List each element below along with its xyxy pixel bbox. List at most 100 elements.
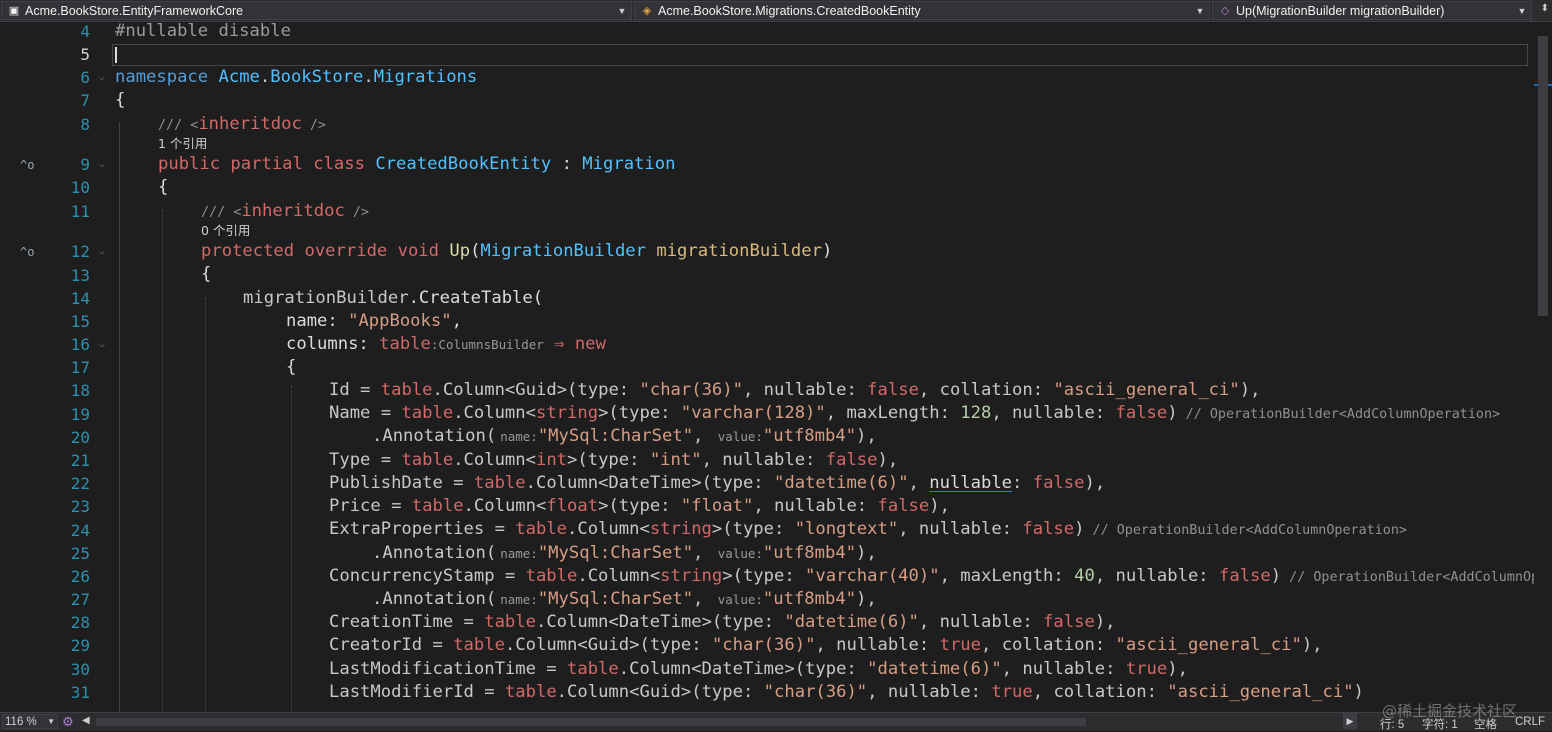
code-token: .Column< xyxy=(577,566,661,586)
code-line-28[interactable]: CreationTime = table.Column<DateTime>(ty… xyxy=(329,611,1116,633)
code-token: ), xyxy=(1239,380,1261,400)
code-line-10[interactable]: { xyxy=(158,176,168,198)
code-token: >(type: xyxy=(784,659,868,679)
line-number: 14 xyxy=(70,289,90,308)
inline-comment: // OperationBuilder<AddColumnOperation> xyxy=(1289,570,1534,585)
scrollbar-thumb[interactable] xyxy=(1538,36,1548,316)
code-line-19[interactable]: Name = table.Column<string>(type: "varch… xyxy=(329,402,1500,426)
code-token: .Column< xyxy=(504,635,588,655)
code-line-6[interactable]: namespace Acme.BookStore.Migrations xyxy=(115,66,477,88)
code-token: ExtraProperties = xyxy=(329,519,516,539)
string-literal: "ascii_general_ci" xyxy=(1167,682,1354,702)
scrollbar-thumb[interactable] xyxy=(96,718,1086,726)
line-number: 10 xyxy=(70,178,90,197)
code-token: nullable xyxy=(929,473,1013,493)
code-line-32-partial[interactable]: { xyxy=(286,704,296,712)
fold-toggle-icon[interactable]: ⌵ xyxy=(99,155,105,175)
code-token: Guid xyxy=(587,635,630,655)
code-line-23[interactable]: Price = table.Column<float>(type: "float… xyxy=(329,495,950,517)
inlay-hint: value: xyxy=(717,429,763,444)
code-token: >(type: xyxy=(567,450,650,470)
code-token: .Column< xyxy=(453,450,536,470)
line-number: 5 xyxy=(80,45,90,64)
code-token: ) xyxy=(1074,519,1085,539)
codelens-references[interactable]: 0 个引用 xyxy=(201,224,250,238)
code-token: , nullable: xyxy=(1094,566,1219,586)
code-line-25[interactable]: .Annotation(name:"MySql:CharSet", value:… xyxy=(372,542,877,565)
code-editor[interactable]: 4 5 6 7 8 9 10 11 12 13 14 15 16 17 18 1… xyxy=(0,22,1534,712)
method-call: .CreateTable( xyxy=(408,288,544,308)
code-line-18[interactable]: Id = table.Column<Guid>(type: "char(36)"… xyxy=(329,379,1260,401)
code-line-30[interactable]: LastModificationTime = table.Column<Date… xyxy=(329,658,1188,680)
fold-toggle-icon[interactable]: ⌵ xyxy=(99,335,105,355)
type-dropdown[interactable]: ◈ Acme.BookStore.Migrations.CreatedBookE… xyxy=(634,1,1210,20)
class-name: CreatedBookEntity xyxy=(375,154,552,174)
string-literal: "varchar(40)" xyxy=(805,566,940,586)
fold-toggle-icon[interactable]: ⌵ xyxy=(99,68,105,88)
line-number: 30 xyxy=(70,660,90,679)
override-indicator-icon[interactable]: ^o xyxy=(20,242,34,262)
doc-comment: /// < xyxy=(158,118,199,133)
namespace-part: Acme xyxy=(218,67,260,87)
split-arrow-icon[interactable]: ⬍ xyxy=(1541,3,1549,14)
code-token: ), xyxy=(856,589,877,609)
code-line-11[interactable]: /// <inheritdoc /> xyxy=(201,200,369,224)
code-token: ), xyxy=(929,496,950,516)
scroll-right-icon[interactable]: ▶ xyxy=(1343,713,1357,729)
code-line-4[interactable]: #nullable disable xyxy=(115,22,291,42)
code-line-17[interactable]: { xyxy=(286,356,296,378)
code-line-9[interactable]: public partial class CreatedBookEntity :… xyxy=(158,153,675,175)
string-literal: "char(36)" xyxy=(763,682,868,702)
code-line-13[interactable]: { xyxy=(201,263,211,285)
code-token: false xyxy=(1219,566,1271,586)
member-dropdown[interactable]: ◇ Up(MigrationBuilder migrationBuilder) … xyxy=(1212,1,1532,20)
code-line-20[interactable]: .Annotation(name:"MySql:CharSet", value:… xyxy=(372,425,877,448)
code-line-26[interactable]: ConcurrencyStamp = table.Column<string>(… xyxy=(329,565,1534,589)
string-literal: "utf8mb4" xyxy=(762,589,857,609)
line-number: 16 xyxy=(70,335,90,354)
code-token: Guid xyxy=(515,380,557,400)
code-line-29[interactable]: CreatorId = table.Column<Guid>(type: "ch… xyxy=(329,634,1323,656)
code-line-14[interactable]: migrationBuilder.CreateTable( xyxy=(243,287,543,309)
code-line-31[interactable]: LastModifierId = table.Column<Guid>(type… xyxy=(329,681,1364,703)
code-token: table xyxy=(484,612,536,632)
code-line-8[interactable]: /// <inheritdoc /> xyxy=(158,113,326,137)
scroll-left-icon[interactable]: ◀ xyxy=(82,715,90,726)
code-line-15[interactable]: name: "AppBooks", xyxy=(286,310,462,332)
code-token: false xyxy=(877,496,930,516)
code-line-12[interactable]: protected override void Up(MigrationBuil… xyxy=(201,240,832,262)
code-token: false xyxy=(1022,519,1075,539)
doc-comment: /// < xyxy=(201,205,242,220)
code-token: , xyxy=(693,543,714,563)
punctuation: : xyxy=(551,154,583,174)
code-token: table xyxy=(525,566,578,586)
code-line-27[interactable]: .Annotation(name:"MySql:CharSet", value:… xyxy=(372,588,877,611)
fold-toggle-icon[interactable]: ⌵ xyxy=(99,242,105,262)
zoom-dropdown[interactable]: 116 % ▼ xyxy=(2,714,58,729)
string-literal: "varchar(128)" xyxy=(680,403,826,423)
codelens-references[interactable]: 1 个引用 xyxy=(158,137,207,151)
code-token: , xyxy=(693,426,714,446)
line-number: 23 xyxy=(70,497,90,516)
project-dropdown[interactable]: ▣ Acme.BookStore.EntityFrameworkCore ▼ xyxy=(1,1,632,20)
code-token: >(type: xyxy=(556,380,640,400)
code-token: ), xyxy=(877,450,899,470)
code-token: >(type: xyxy=(701,612,785,632)
override-indicator-icon[interactable]: ^o xyxy=(20,155,34,175)
indent-guide xyxy=(119,122,120,712)
method-name: Up xyxy=(449,241,471,261)
code-token: string xyxy=(535,403,599,423)
horizontal-scrollbar[interactable] xyxy=(96,716,1338,727)
method-icon: ◇ xyxy=(1220,5,1230,17)
vertical-scrollbar[interactable] xyxy=(1534,22,1552,712)
code-line-22[interactable]: PublishDate = table.Column<DateTime>(typ… xyxy=(329,472,1105,494)
code-token: , nullable: xyxy=(867,682,992,702)
code-token: true xyxy=(939,635,982,655)
line-number: 31 xyxy=(70,683,90,702)
line-ending-indicator[interactable]: CRLF xyxy=(1515,716,1545,728)
code-line-7[interactable]: { xyxy=(115,89,125,111)
code-line-24[interactable]: ExtraProperties = table.Column<string>(t… xyxy=(329,518,1407,542)
document-health-icon[interactable]: ⚙ xyxy=(62,714,74,730)
code-line-21[interactable]: Type = table.Column<int>(type: "int", nu… xyxy=(329,449,898,471)
code-line-16[interactable]: columns: table:ColumnsBuilder ⇒ new xyxy=(286,333,606,356)
